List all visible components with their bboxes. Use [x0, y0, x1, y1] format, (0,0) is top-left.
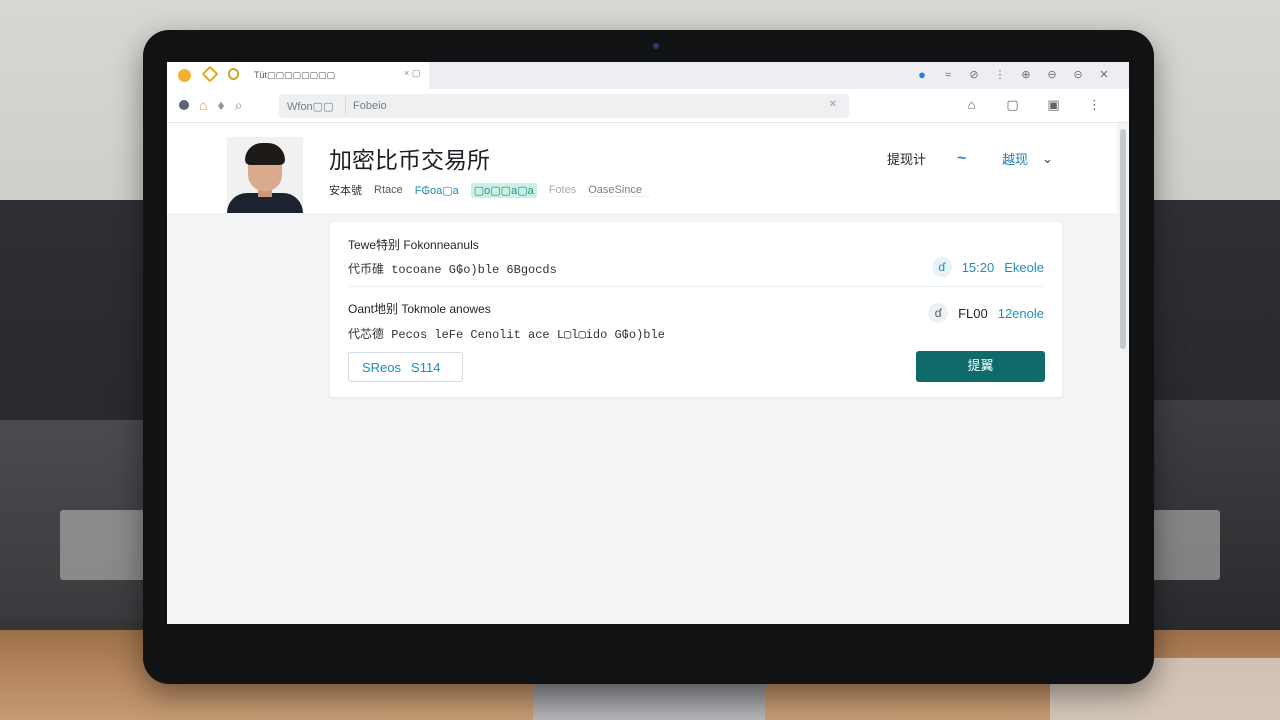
chevron-down-icon[interactable]: ⌄ [1042, 151, 1053, 167]
meta-item: Fotes [548, 184, 577, 196]
address-divider [345, 97, 346, 115]
wave-icon[interactable]: ≈ [935, 66, 961, 84]
row-status: ɗ FL00 12enole [928, 303, 1044, 323]
window-controls: ● ≈ ⊘ ⋮ ⊕ ⊖ ⊝ ✕ [909, 66, 1117, 84]
chip-label: SReos [362, 359, 402, 375]
address-bar[interactable]: Wfon▢▢ Fobeio ✕ [279, 94, 849, 118]
extension-icon[interactable]: ● [909, 66, 935, 84]
page-title: 加密比币交易所 [329, 148, 490, 174]
browser-toolbar: ⌂ ♦ ⌕ Wfon▢▢ Fobeio ✕ ⌂ ▢ ▣ ⋮ [167, 89, 1129, 123]
divider [348, 286, 1044, 287]
shield-icon[interactable]: ⊘ [961, 66, 987, 84]
minimize-icon[interactable]: ⊖ [1039, 66, 1065, 84]
more-icon[interactable]: ⋮ [987, 66, 1013, 84]
page-header: 加密比币交易所 安本號 Rtace F₲oa▢a ▢o▢▢a▢a Fotes O… [167, 123, 1117, 213]
coin-icon [228, 68, 239, 80]
avatar-hair [245, 143, 285, 165]
meta-item: Rtace [374, 184, 403, 196]
wave-icon[interactable]: ~ [957, 150, 1002, 168]
address-segment-right: Fobeio [353, 100, 387, 112]
cloud-icon[interactable]: ⌂ [951, 97, 992, 113]
scrollbar-thumb[interactable] [1120, 129, 1126, 349]
avatar[interactable] [227, 137, 303, 213]
header-actions: 提现计 ~ 越现 ⌄ [887, 149, 1053, 169]
restore-icon[interactable]: ⊝ [1065, 66, 1091, 84]
close-window-icon[interactable]: ✕ [1091, 66, 1117, 84]
row-details: 代芯德 Pecos leFe Cenolit ace L▢l▢ido G₲o)b… [348, 328, 665, 342]
row-title: Oant地别 Tokmole anowes [348, 302, 491, 316]
tab-close-icon[interactable]: × ▢ [404, 68, 420, 79]
submit-button[interactable]: 提翼 [916, 351, 1045, 382]
row-status: ɗ 15:20 Ekeole [931, 257, 1044, 277]
camera-icon [653, 43, 659, 49]
secondary-link[interactable]: 越现 [1002, 149, 1042, 168]
row-tag[interactable]: 12enole [998, 306, 1044, 321]
nav-buttons: ⌂ ♦ ⌕ [179, 98, 243, 112]
meta-badge: ▢o▢▢a▢a [470, 182, 537, 198]
add-icon[interactable]: ⊕ [1013, 66, 1039, 84]
row-details: 代币碓 tocoane G₲o)ble 6Bgocds [348, 263, 557, 277]
address-segment-left: Wfon▢▢ [287, 101, 334, 113]
tab-title: Tüt▢▢▢▢▢▢▢▢ [254, 70, 336, 80]
home-icon[interactable]: ⌂ [199, 98, 207, 112]
amount-chip[interactable]: SReos S114 [348, 352, 463, 382]
window-icon[interactable]: ▢ [992, 97, 1033, 113]
profile-dot-icon[interactable] [179, 100, 189, 110]
screenshot-icon[interactable]: ▣ [1033, 97, 1074, 113]
meta-item: 安本號 [329, 185, 362, 197]
browser-tab[interactable]: Tüt▢▢▢▢▢▢▢▢ × ▢ [167, 62, 429, 89]
tab-bar: Tüt▢▢▢▢▢▢▢▢ × ▢ ● ≈ ⊘ ⋮ ⊕ ⊖ ⊝ ✕ [167, 62, 1129, 89]
row-value: FL00 [958, 305, 988, 321]
diamond-icon [201, 65, 219, 83]
row-title: Tewe特别 Fokonneanuls [348, 238, 479, 252]
chip-value: S114 [411, 359, 441, 375]
row-time: 15:20 [961, 259, 995, 275]
meta-link[interactable]: F₲oa▢a [415, 184, 459, 197]
screen: Tüt▢▢▢▢▢▢▢▢ × ▢ ● ≈ ⊘ ⋮ ⊕ ⊖ ⊝ ✕ ⌂ ♦ ⌕ Wf… [167, 62, 1129, 624]
mic-icon[interactable]: ♦ [217, 98, 224, 112]
monitor-stand [533, 684, 765, 720]
withdraw-link[interactable]: 提现计 [887, 149, 957, 168]
order-card: Tewe特别 Fokonneanuls 代币碓 tocoane G₲o)ble … [330, 222, 1062, 397]
row-tag[interactable]: Ekeole [1004, 260, 1044, 275]
menu-icon[interactable]: ⋮ [1074, 97, 1115, 113]
favicon-dot-icon [178, 69, 191, 82]
search-icon[interactable]: ⌕ [235, 98, 243, 112]
toolbar-actions: ⌂ ▢ ▣ ⋮ [951, 97, 1115, 113]
scrollbar[interactable] [1117, 123, 1129, 624]
meta-item: OaseSince [588, 184, 651, 197]
header-meta: 安本號 Rtace F₲oa▢a ▢o▢▢a▢a Fotes OaseSince [329, 182, 651, 198]
clear-icon[interactable]: ✕ [829, 99, 837, 110]
refresh-icon[interactable]: ɗ [928, 303, 949, 323]
box-left [60, 510, 150, 580]
refresh-icon[interactable]: ɗ [931, 257, 952, 277]
